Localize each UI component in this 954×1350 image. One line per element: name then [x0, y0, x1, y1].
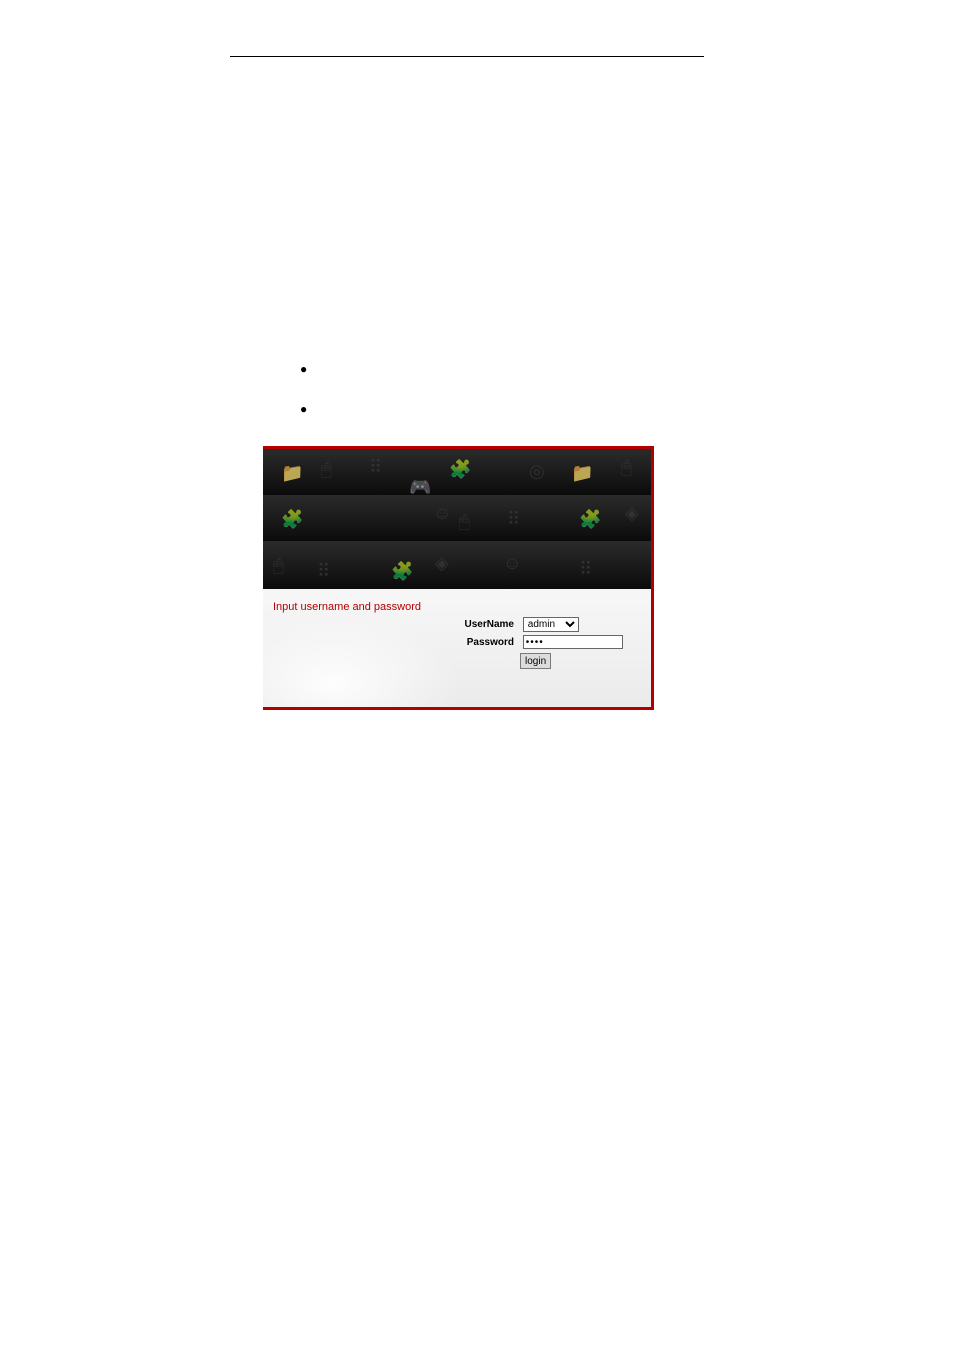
dots-icon: ⠿ — [369, 457, 382, 478]
list-item — [300, 400, 315, 418]
smile-icon: ☺ — [433, 503, 451, 524]
smile-icon: ☺ — [503, 553, 521, 574]
router-login-screenshot: 📁 🖱 ⠿ 🧩 ◎ 📁 🖱 🎮 🧩 ☺ 🖱 ⠿ 🧩 ◈ EDiMAX NE — [263, 446, 654, 710]
page: 📁 🖱 ⠿ 🧩 ◎ 📁 🖱 🎮 🧩 ☺ 🖱 ⠿ 🧩 ◈ EDiMAX NE — [0, 0, 954, 1350]
login-prompt: Input username and password — [273, 601, 421, 613]
password-label: Password — [459, 637, 514, 648]
puzzle-icon: 🧩 — [579, 509, 601, 530]
password-input[interactable] — [523, 635, 623, 649]
username-select[interactable]: admin — [523, 617, 579, 632]
puzzle-icon: 🧩 — [281, 509, 303, 530]
puzzle-icon: 🧩 — [391, 561, 413, 582]
eye-icon: ◎ — [529, 461, 545, 482]
mouse-icon: 🖱 — [459, 511, 470, 532]
bullet-list — [300, 360, 315, 440]
login-button[interactable]: login — [520, 653, 551, 669]
username-row: UserName admin — [459, 617, 579, 632]
horizontal-rule — [230, 56, 704, 57]
mouse-icon: 🖱 — [621, 457, 632, 478]
login-form-area: Input username and password UserName adm… — [263, 589, 651, 710]
light-glow — [263, 613, 463, 710]
dark-band: 🧩 ☺ 🖱 ⠿ 🧩 ◈ EDiMAX NETWORKING PEOPLE TOG… — [263, 495, 651, 541]
mouse-icon: 🖱 — [273, 555, 284, 576]
password-row: Password — [459, 635, 623, 649]
folder-icon: 📁 — [571, 463, 593, 484]
dark-band: 📁 🖱 ⠿ 🧩 ◎ 📁 🖱 🎮 — [263, 449, 651, 495]
puzzle-icon: 🧩 — [449, 459, 471, 480]
dots-icon: ⠿ — [317, 561, 330, 582]
dark-band: 🖱 ⠿ 🧩 ◈ ☺ ⠿ — [263, 541, 651, 589]
diamond-icon: ◈ — [435, 553, 449, 574]
folder-icon: 📁 — [281, 463, 303, 484]
dots-icon: ⠿ — [507, 509, 520, 530]
mouse-icon: 🖱 — [321, 459, 332, 480]
dots-icon: ⠿ — [579, 559, 592, 580]
header-dark-area: 📁 🖱 ⠿ 🧩 ◎ 📁 🖱 🎮 🧩 ☺ 🖱 ⠿ 🧩 ◈ EDiMAX NE — [263, 449, 651, 589]
diamond-icon: ◈ — [625, 503, 639, 524]
username-label: UserName — [459, 619, 514, 630]
list-item — [300, 360, 315, 378]
